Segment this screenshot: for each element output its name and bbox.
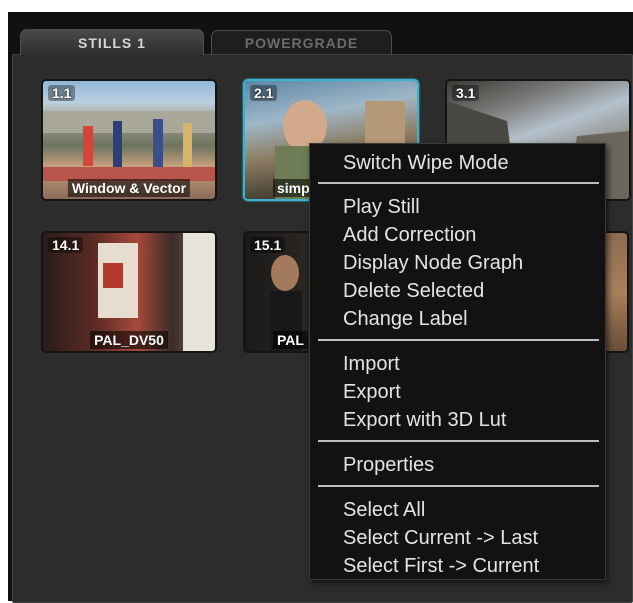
still-id: 15.1 — [250, 237, 286, 253]
still-label: simp — [273, 179, 314, 197]
still-thumbnail[interactable]: 14.1 PAL_DV50 — [41, 231, 217, 353]
menu-item-export-3d-lut[interactable]: Export with 3D Lut — [343, 408, 506, 432]
menu-item-delete-selected[interactable]: Delete Selected — [343, 279, 484, 303]
menu-item-switch-wipe-mode[interactable]: Switch Wipe Mode — [343, 151, 509, 175]
still-id: 2.1 — [250, 85, 278, 101]
still-id: 3.1 — [452, 85, 480, 101]
still-label: PAL_DV50 — [90, 331, 168, 349]
tab-powergrade[interactable]: POWERGRADE — [211, 30, 392, 54]
context-menu: Switch Wipe Mode Play Still Add Correcti… — [309, 143, 606, 580]
menu-item-import[interactable]: Import — [343, 352, 400, 376]
menu-item-select-first-to-current[interactable]: Select First -> Current — [343, 554, 539, 578]
still-thumbnail[interactable]: 1.1 Window & Vector — [41, 79, 217, 201]
menu-item-select-all[interactable]: Select All — [343, 498, 425, 522]
still-label: PAL — [273, 331, 308, 349]
menu-item-properties[interactable]: Properties — [343, 453, 434, 477]
menu-item-add-correction[interactable]: Add Correction — [343, 223, 476, 247]
tab-stills-1[interactable]: STILLS 1 — [20, 29, 204, 55]
menu-separator — [318, 485, 599, 487]
menu-item-change-label[interactable]: Change Label — [343, 307, 468, 331]
menu-separator — [318, 182, 599, 184]
still-id: 14.1 — [48, 237, 84, 253]
menu-item-export[interactable]: Export — [343, 380, 401, 404]
menu-item-play-still[interactable]: Play Still — [343, 195, 420, 219]
still-id: 1.1 — [48, 85, 76, 101]
menu-separator — [318, 339, 599, 341]
menu-item-display-node-graph[interactable]: Display Node Graph — [343, 251, 523, 275]
menu-item-select-current-to-last[interactable]: Select Current -> Last — [343, 526, 538, 550]
gallery-window: STILLS 1 POWERGRADE 1.1 Window & Vector — [8, 12, 633, 603]
tab-bar: STILLS 1 POWERGRADE — [8, 12, 633, 55]
still-label: Window & Vector — [67, 179, 191, 197]
menu-separator — [318, 440, 599, 442]
